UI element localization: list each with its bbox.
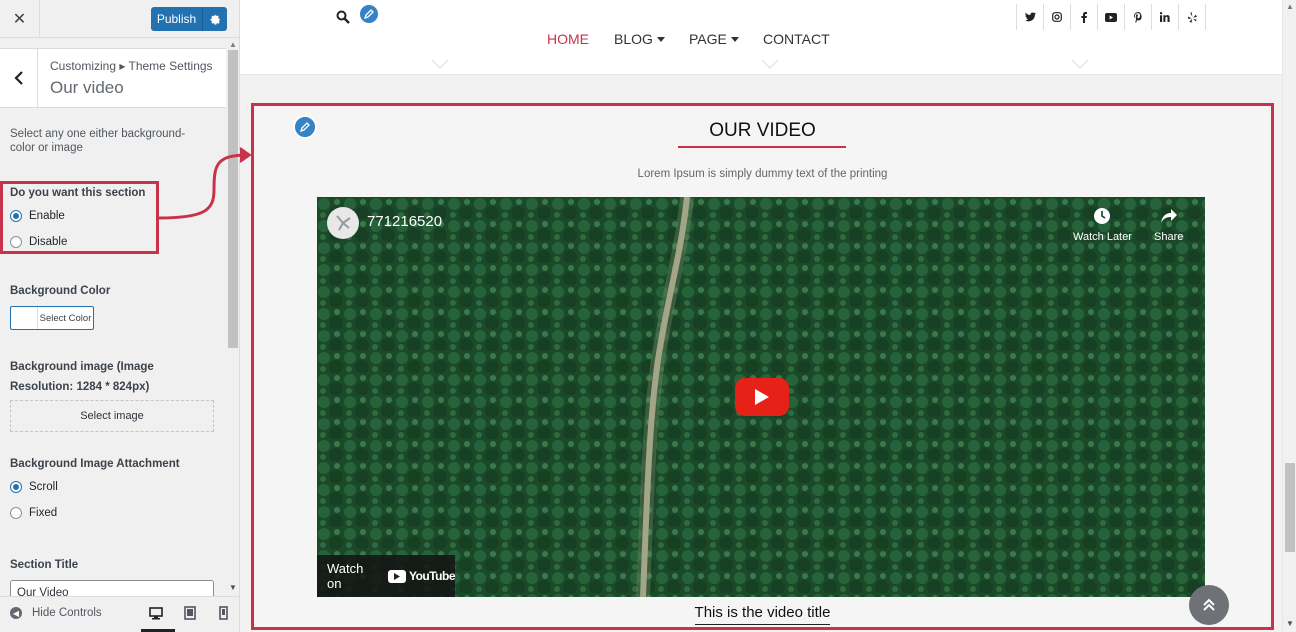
radio-button[interactable] [10,507,22,519]
scrollbar-thumb[interactable] [1285,463,1295,552]
page-title: Our video [50,78,124,97]
customizer-footer: ◀ Hide Controls [0,596,239,632]
section-heading: OUR VIDEO [709,120,816,141]
gear-icon[interactable] [203,7,227,31]
nav-item-home[interactable]: HOME [547,31,589,47]
clock-icon [1094,208,1111,224]
facebook-icon[interactable] [1070,4,1097,30]
youtube-brand: YouTube [408,569,456,583]
hide-controls-button[interactable]: ◀ Hide Controls [10,607,102,619]
publish-button[interactable]: Publish [151,7,227,31]
youtube-icon[interactable] [1097,4,1124,30]
background-color-label: Background Color [10,285,111,297]
select-image-button[interactable]: Select image [10,400,214,432]
radio-label: Scroll [29,481,58,493]
show-section-label: Do you want this section [10,187,146,199]
show-section-control: Do you want this section Enable Disable [0,181,159,254]
nav-item-label: HOME [547,31,589,47]
desktop-preview-icon[interactable] [141,606,175,632]
watch-on-youtube-link[interactable]: Watch on YouTube [317,555,456,597]
hide-controls-label: Hide Controls [32,607,102,619]
select-color-button[interactable]: Select Color [10,306,94,330]
radio-button-checked[interactable] [10,481,22,493]
nav-item-label: BLOG [614,31,653,47]
radio-enable[interactable]: Enable [10,203,156,229]
publish-label[interactable]: Publish [151,7,203,31]
radio-fixed[interactable]: Fixed [10,500,58,526]
share-icon [1160,209,1177,223]
video-caption: This is the video title [694,604,831,621]
attachment-options: Scroll Fixed [10,474,58,526]
nav-item-label: CONTACT [763,31,830,47]
heading-underline [678,146,846,148]
caret-down-icon [730,36,739,42]
section-title-input[interactable]: Our Video [10,580,214,596]
linkedin-icon[interactable] [1151,4,1178,30]
play-button-icon[interactable] [735,378,789,416]
customizer-sidebar: ✕ Publish Customizing ▸ Theme Settings O… [0,0,240,632]
preview-scrollbar[interactable]: ▲ ▼ [1282,0,1296,632]
scroll-up-icon[interactable]: ▲ [1286,2,1294,11]
nav-item-label: PAGE [689,31,727,47]
header-decoration [431,59,1089,69]
our-video-section: OUR VIDEO Lorem Ipsum is simply dummy te… [251,103,1274,630]
watch-on-label: Watch on [327,561,364,591]
scroll-up-icon[interactable]: ▲ [229,40,237,49]
radio-label: Fixed [29,507,58,519]
collapse-icon: ◀ [10,607,22,619]
section-header: Customizing ▸ Theme Settings Our video [0,48,226,108]
video-id-title[interactable]: 771216520 [367,213,442,230]
nav-item-contact[interactable]: CONTACT [763,31,830,47]
share-label: Share [1154,231,1184,243]
site-header: HOME BLOG PAGE CONTACT [240,0,1282,75]
pinterest-icon[interactable] [1124,4,1151,30]
radio-label: Enable [29,210,65,222]
section-description: Select any one either background-color o… [10,128,186,154]
nav-item-page[interactable]: PAGE [689,31,739,47]
mobile-preview-icon[interactable] [216,606,230,620]
video-player[interactable]: 771216520 Watch Later Share Watch on You… [317,197,1205,597]
color-swatch[interactable] [11,307,38,329]
section-title-label: Section Title [10,559,79,571]
select-color-label: Select Color [39,312,92,324]
share-button[interactable]: Share [1154,207,1183,243]
scroll-down-icon[interactable]: ▼ [229,583,237,592]
radio-button-checked[interactable] [10,210,22,222]
site-preview: HOME BLOG PAGE CONTACT OUR VIDEO Lorem Ipsu… [240,0,1282,632]
radio-button[interactable] [10,236,22,248]
youtube-logo-icon: YouTube [387,569,456,583]
edit-shortcut-icon[interactable] [358,3,380,25]
back-to-top-button[interactable] [1189,585,1229,625]
watch-later-label: Watch Later [1073,231,1132,243]
yelp-icon[interactable] [1178,4,1205,30]
sidebar-scrollbar[interactable]: ▲ ▼ [226,38,239,596]
back-arrow-icon[interactable] [0,49,38,107]
radio-disable[interactable]: Disable [10,229,156,255]
radio-scroll[interactable]: Scroll [10,474,58,500]
section-subtitle: Lorem Ipsum is simply dummy text of the … [637,168,888,180]
radio-label: Disable [29,236,68,248]
double-chevron-up-icon [1203,598,1215,611]
background-image-label: Background image (Image Resolution: 1284… [10,361,154,393]
controls-panel: Select any one either background-color o… [0,108,226,596]
channel-avatar-icon[interactable] [327,207,359,239]
tablet-preview-icon[interactable] [183,606,197,620]
search-icon[interactable] [336,10,350,24]
nav-item-blog[interactable]: BLOG [614,31,665,47]
social-links [1016,4,1206,30]
watch-later-button[interactable]: Watch Later [1073,207,1132,243]
scroll-down-icon[interactable]: ▼ [1286,619,1294,628]
twitter-icon[interactable] [1016,4,1043,30]
instagram-icon[interactable] [1043,4,1070,30]
caret-down-icon [656,36,665,42]
close-icon[interactable]: ✕ [0,0,40,38]
customizer-header-actions: ✕ Publish [0,0,239,38]
caption-underline [695,624,830,625]
scrollbar-thumb[interactable] [228,50,238,348]
breadcrumb: Customizing ▸ Theme Settings [50,59,213,73]
attachment-label: Background Image Attachment [10,458,180,470]
